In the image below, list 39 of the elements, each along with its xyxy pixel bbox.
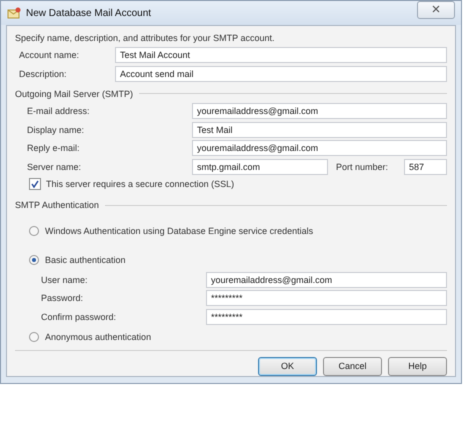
section-heading: Outgoing Mail Server (SMTP)	[15, 88, 134, 99]
input-field[interactable]: youremailaddress@gmail.com	[192, 140, 447, 156]
radio-label: Anonymous authentication	[45, 332, 152, 342]
radio-button[interactable]	[29, 226, 39, 236]
field-label: User name:	[41, 274, 89, 285]
radio-label: Windows Authentication using Database Engine service credentials	[45, 226, 314, 236]
radio-button[interactable]	[29, 332, 39, 342]
field-label: Password:	[41, 293, 84, 304]
field-label: Confirm password:	[41, 312, 118, 322]
check-icon	[31, 180, 39, 188]
dialog-button[interactable]: Cancel	[323, 356, 382, 376]
checkbox[interactable]	[29, 178, 41, 190]
input-field[interactable]: *********	[206, 308, 447, 325]
input-field[interactable]: youremailaddress@gmail.com	[206, 272, 447, 288]
field-label: Server name:	[27, 162, 82, 172]
field-label: Account name:	[19, 50, 80, 60]
close-button[interactable]	[417, 1, 455, 19]
input-field[interactable]: Account send mail	[115, 66, 447, 82]
dialog-button[interactable]: Help	[388, 356, 447, 376]
field-label: Display name:	[27, 124, 86, 135]
field-label: Port number:	[335, 162, 390, 172]
input-field[interactable]: Test Mail	[192, 122, 447, 138]
radio-label: Basic authentication	[45, 255, 126, 266]
dialog-button[interactable]: OK	[258, 356, 317, 376]
input-field[interactable]: smtp.gmail.com	[192, 158, 328, 175]
mail-app-icon	[7, 7, 21, 19]
field-label: Reply e-mail:	[27, 143, 81, 154]
field-label: Description:	[19, 68, 68, 79]
input-field[interactable]: *********	[206, 290, 447, 306]
window-title: New Database Mail Account	[26, 8, 152, 18]
close-icon	[432, 4, 440, 12]
input-field[interactable]: youremailaddress@gmail.com	[192, 103, 447, 120]
instruction-text: Specify name, description, and attributes for your SMTP account.	[15, 33, 276, 45]
checkbox-label: This server requires a secure connection (SSL)	[46, 178, 234, 189]
input-field[interactable]: 587	[404, 158, 447, 175]
radio-button[interactable]	[29, 255, 39, 266]
section-heading: SMTP Authentication	[15, 200, 99, 210]
field-label: E-mail address:	[27, 106, 91, 116]
input-field[interactable]: Test Mail Account	[115, 47, 447, 64]
